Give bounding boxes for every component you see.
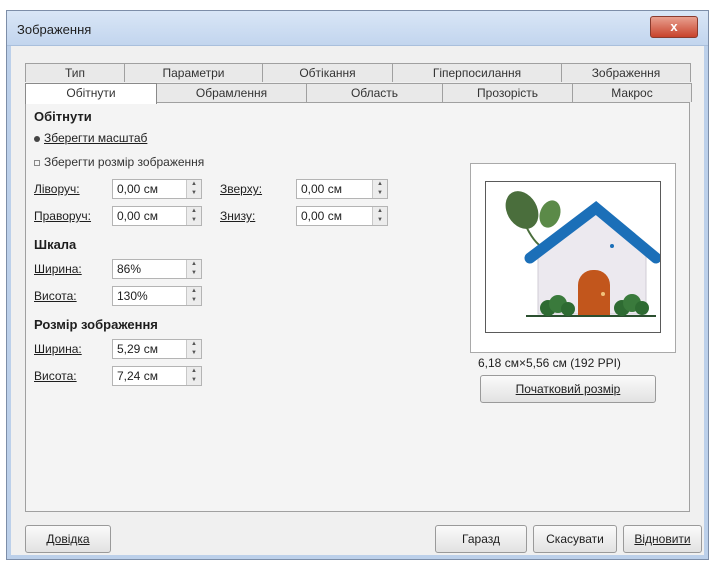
keep-scale-label: Зберегти масштаб <box>44 131 148 145</box>
scale-width-value: 86% <box>117 262 142 276</box>
scale-height-value: 130% <box>117 289 148 303</box>
preview-frame <box>485 181 662 333</box>
leaf-icon <box>505 191 539 229</box>
scale-height-label: Висота: <box>34 289 77 303</box>
tab-hyperlink[interactable]: Гіперпосилання <box>392 63 562 82</box>
close-icon: x <box>670 19 678 34</box>
image-dialog: Зображення x Тип Параметри Обтікання Гіп… <box>6 10 709 560</box>
close-button[interactable]: x <box>650 16 698 38</box>
crop-panel: Обітнути Зберегти масштаб Зберегти розмі… <box>25 102 690 512</box>
scale-height-field[interactable]: 130% ▲ ▼ <box>112 286 202 306</box>
crop-right-label: Праворуч: <box>34 209 92 223</box>
reset-button-label: Відновити <box>634 532 691 546</box>
crop-top-field[interactable]: 0,00 см ▲ ▼ <box>296 179 388 199</box>
spin-arrows-icon[interactable]: ▲ ▼ <box>372 207 387 225</box>
house-image <box>505 191 662 317</box>
tab-row-top: Тип Параметри Обтікання Гіперпосилання З… <box>25 63 691 82</box>
keep-size-radio[interactable]: Зберегти розмір зображення <box>34 155 204 169</box>
scale-width-field[interactable]: 86% ▲ ▼ <box>112 259 202 279</box>
crop-top-label: Зверху: <box>220 182 263 196</box>
original-size-button[interactable]: Початковий розмір <box>480 375 656 403</box>
help-button-label: Довідка <box>46 532 90 546</box>
spin-arrows-icon[interactable]: ▲ ▼ <box>186 207 201 225</box>
spin-arrows-icon[interactable]: ▲ ▼ <box>372 180 387 198</box>
dialog-client: Тип Параметри Обтікання Гіперпосилання З… <box>15 51 702 553</box>
size-width-label: Ширина: <box>34 342 82 356</box>
crop-section-title: Обітнути <box>34 109 92 124</box>
spin-arrows-icon[interactable]: ▲ ▼ <box>186 287 201 305</box>
scale-section-title: Шкала <box>34 237 77 252</box>
image-size-section-title: Розмір зображення <box>34 317 158 332</box>
crop-right-field[interactable]: 0,00 см ▲ ▼ <box>112 206 202 226</box>
tab-macro[interactable]: Макрос <box>572 83 692 102</box>
size-height-field[interactable]: 7,24 см ▲ ▼ <box>112 366 202 386</box>
spin-arrows-icon[interactable]: ▲ ▼ <box>186 367 201 385</box>
crop-bottom-value: 0,00 см <box>301 209 342 223</box>
tab-area[interactable]: Область <box>306 83 443 102</box>
spin-arrows-icon[interactable]: ▲ ▼ <box>186 340 201 358</box>
radio-empty-icon <box>34 159 40 166</box>
size-width-value: 5,29 см <box>117 342 158 356</box>
crop-top-value: 0,00 см <box>301 182 342 196</box>
spin-arrows-icon[interactable]: ▲ ▼ <box>186 180 201 198</box>
radio-selected-icon <box>34 135 40 142</box>
size-width-field[interactable]: 5,29 см ▲ ▼ <box>112 339 202 359</box>
leaf-icon <box>539 200 561 228</box>
ok-button-label: Гаразд <box>462 532 500 546</box>
reset-button[interactable]: Відновити <box>623 525 702 553</box>
crop-left-field[interactable]: 0,00 см ▲ ▼ <box>112 179 202 199</box>
tab-options[interactable]: Параметри <box>124 63 263 82</box>
crop-bottom-label: Знизу: <box>220 209 256 223</box>
ok-button[interactable]: Гаразд <box>435 525 527 553</box>
size-height-label: Висота: <box>34 369 77 383</box>
keep-size-label: Зберегти розмір зображення <box>44 155 205 169</box>
tab-type[interactable]: Тип <box>25 63 125 82</box>
image-preview <box>470 163 676 353</box>
tab-borders[interactable]: Обрамлення <box>156 83 307 102</box>
crop-bottom-field[interactable]: 0,00 см ▲ ▼ <box>296 206 388 226</box>
tab-crop[interactable]: Обітнути <box>25 83 157 104</box>
crop-left-value: 0,00 см <box>117 182 158 196</box>
original-size-button-label: Початковий розмір <box>515 382 621 396</box>
tab-image[interactable]: Зображення <box>561 63 691 82</box>
spin-arrows-icon[interactable]: ▲ ▼ <box>186 260 201 278</box>
scale-width-label: Ширина: <box>34 262 82 276</box>
keep-scale-radio[interactable]: Зберегти масштаб <box>34 131 147 145</box>
tab-wrap[interactable]: Обтікання <box>262 63 393 82</box>
help-button[interactable]: Довідка <box>25 525 111 553</box>
original-size-info: 6,18 см×5,56 см (192 PPI) <box>478 356 621 370</box>
tab-row-bottom: Обітнути Обрамлення Область Прозорість М… <box>25 83 692 104</box>
cancel-button-label: Скасувати <box>546 532 604 546</box>
crop-right-value: 0,00 см <box>117 209 158 223</box>
tab-transparency[interactable]: Прозорість <box>442 83 573 102</box>
dialog-title: Зображення <box>17 22 92 37</box>
cancel-button[interactable]: Скасувати <box>533 525 617 553</box>
size-height-value: 7,24 см <box>117 369 158 383</box>
title-bar[interactable]: Зображення x <box>7 11 708 46</box>
crop-left-label: Ліворуч: <box>34 182 80 196</box>
